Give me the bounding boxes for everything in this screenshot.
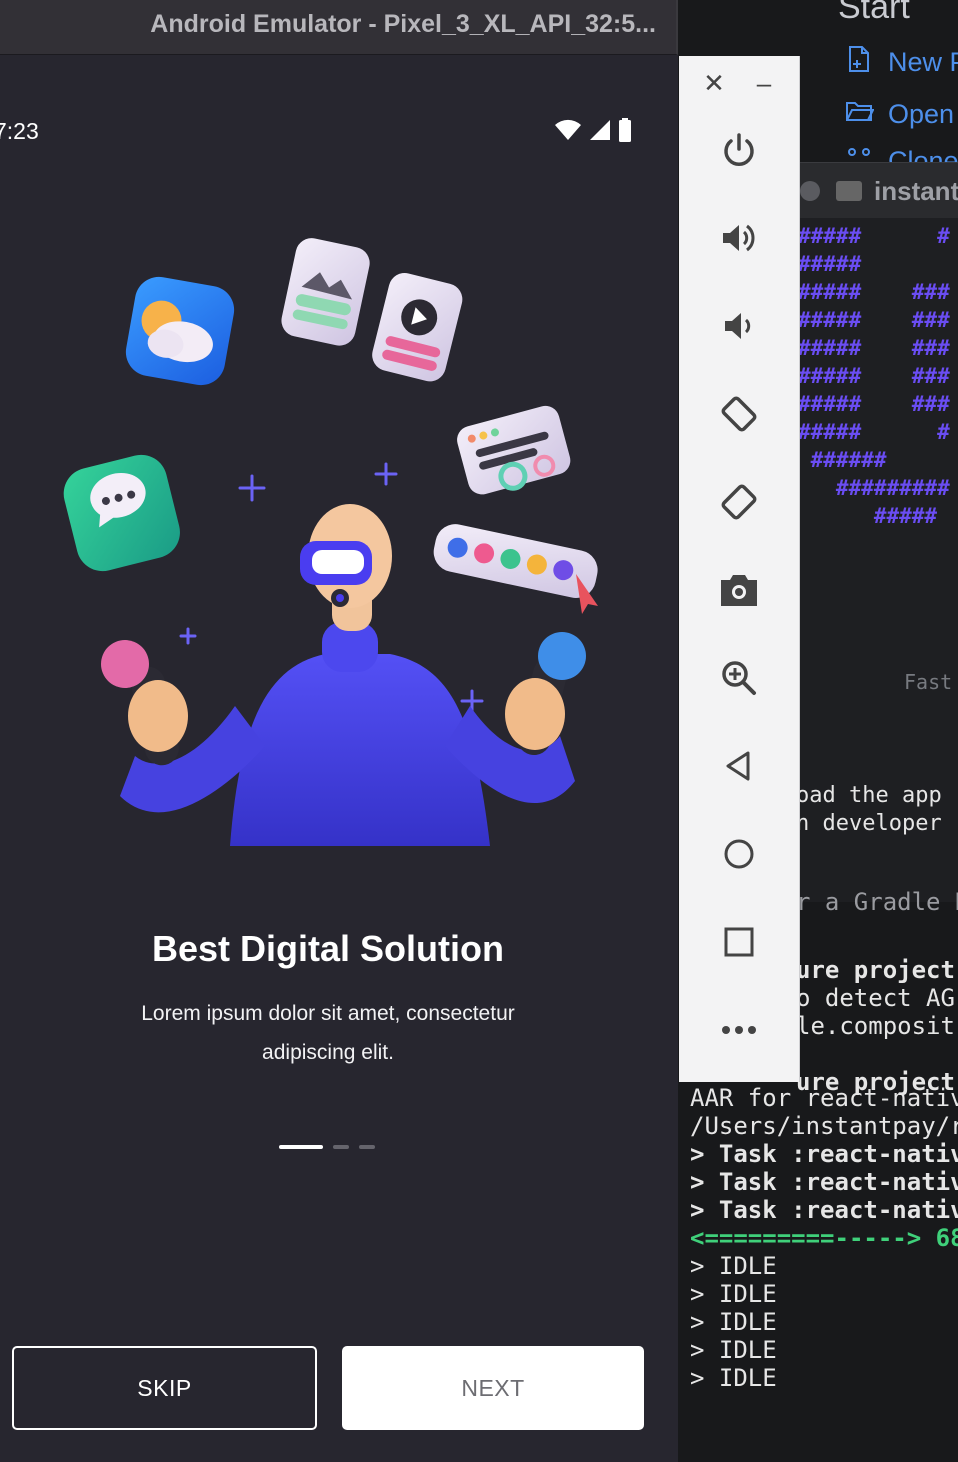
- terminal-line: ure project: [796, 956, 955, 984]
- terminal-line: > IDLE: [690, 1308, 777, 1336]
- terminal-line: le.composit: [796, 1012, 955, 1040]
- video-card-icon: [372, 273, 463, 382]
- terminal-line: > Task :react-nativ: [690, 1168, 958, 1196]
- fast-refresh-label: Fast: [904, 670, 953, 694]
- folder-icon: [836, 181, 862, 201]
- zoom-icon[interactable]: [709, 648, 769, 708]
- color-palette-icon: [433, 524, 598, 598]
- metro-message-line: oad the app: [796, 783, 942, 808]
- terminal-line: > Task :react-nativ: [690, 1196, 958, 1224]
- skip-button[interactable]: SKIP: [12, 1346, 317, 1430]
- start-title: Start: [838, 0, 910, 26]
- wifi-icon: [554, 118, 582, 147]
- camera-icon[interactable]: [709, 560, 769, 620]
- overview-icon[interactable]: [709, 912, 769, 972]
- metro-message: oad the app n developer: [796, 782, 942, 838]
- volume-up-icon[interactable]: [709, 208, 769, 268]
- onboarding-headline: Best Digital Solution: [151, 928, 504, 969]
- terminal-line: > IDLE: [690, 1364, 777, 1392]
- terminal-line: > Task :react-nativ: [690, 1140, 958, 1168]
- image-card-icon: [281, 238, 370, 346]
- weather-app-icon: [125, 276, 235, 386]
- emulator-toolbar: ✕ –: [679, 56, 800, 1082]
- next-button[interactable]: NEXT: [342, 1346, 644, 1430]
- page-indicator: [279, 1145, 375, 1149]
- page-dot: [333, 1145, 349, 1149]
- metro-message-line: n developer: [796, 811, 942, 836]
- open-project-link[interactable]: Open: [844, 96, 954, 133]
- right-controller: [505, 632, 586, 756]
- device-screen: 7:23 Best Digital Solution Lorem ipsum d…: [0, 56, 676, 1462]
- close-icon[interactable]: ✕: [699, 68, 729, 99]
- interface-card-icon: [457, 405, 571, 495]
- vr-juggler-illustration: [50, 236, 610, 851]
- chat-app-icon: [63, 454, 180, 572]
- terminal-line: r a Gradle D: [796, 888, 958, 916]
- minimize-icon[interactable]: –: [749, 68, 779, 99]
- progress-line: <=========-----> 68%: [690, 1224, 958, 1252]
- project-tab-label: instant: [874, 175, 958, 206]
- terminal-output: AAR for react-nativ /Users/instantpay/r …: [690, 1084, 958, 1392]
- terminal-line: o detect AG: [796, 984, 955, 1012]
- terminal-line: > IDLE: [690, 1252, 777, 1280]
- terminal-middle: r a Gradle D ure project o detect AG le.…: [796, 888, 958, 1096]
- cellular-signal-icon: [588, 118, 612, 147]
- new-file-icon: [844, 44, 874, 81]
- rotate-left-icon[interactable]: [709, 384, 769, 444]
- left-controller: [101, 640, 188, 766]
- terminal-line: /Users/instantpay/r: [690, 1112, 958, 1140]
- window-dot: [800, 181, 820, 201]
- new-project-link[interactable]: New P: [844, 44, 958, 81]
- emulator-title-bar[interactable]: Android Emulator - Pixel_3_XL_API_32:5..…: [0, 0, 678, 55]
- terminal-line: > IDLE: [690, 1280, 777, 1308]
- battery-icon: [618, 118, 632, 147]
- status-bar: 7:23: [0, 112, 676, 152]
- power-icon[interactable]: [709, 120, 769, 180]
- rotate-right-icon[interactable]: [709, 472, 769, 532]
- window-title: Android Emulator - Pixel_3_XL_API_32:5..…: [150, 10, 656, 38]
- more-icon[interactable]: [709, 1000, 769, 1060]
- project-window-tab[interactable]: instant: [798, 162, 958, 219]
- open-project-label: Open: [888, 99, 955, 129]
- page-dot-active: [279, 1145, 323, 1149]
- home-icon[interactable]: [709, 824, 769, 884]
- onboarding-description: Lorem ipsum dolor sit amet, consectetur …: [141, 1002, 515, 1064]
- back-icon[interactable]: [709, 736, 769, 796]
- terminal-line: AAR for react-nativ: [690, 1084, 958, 1112]
- terminal-line: > IDLE: [690, 1336, 777, 1364]
- page-dot: [359, 1145, 375, 1149]
- ascii-logo-art: ##### # ##### ##### ### ##### ### ##### …: [798, 224, 950, 528]
- status-time: 7:23: [0, 118, 39, 144]
- volume-down-icon[interactable]: [709, 296, 769, 356]
- new-project-label: New P: [888, 47, 958, 77]
- folder-open-icon: [844, 96, 875, 133]
- emulator-window: Android Emulator - Pixel_3_XL_API_32:5..…: [0, 0, 678, 1462]
